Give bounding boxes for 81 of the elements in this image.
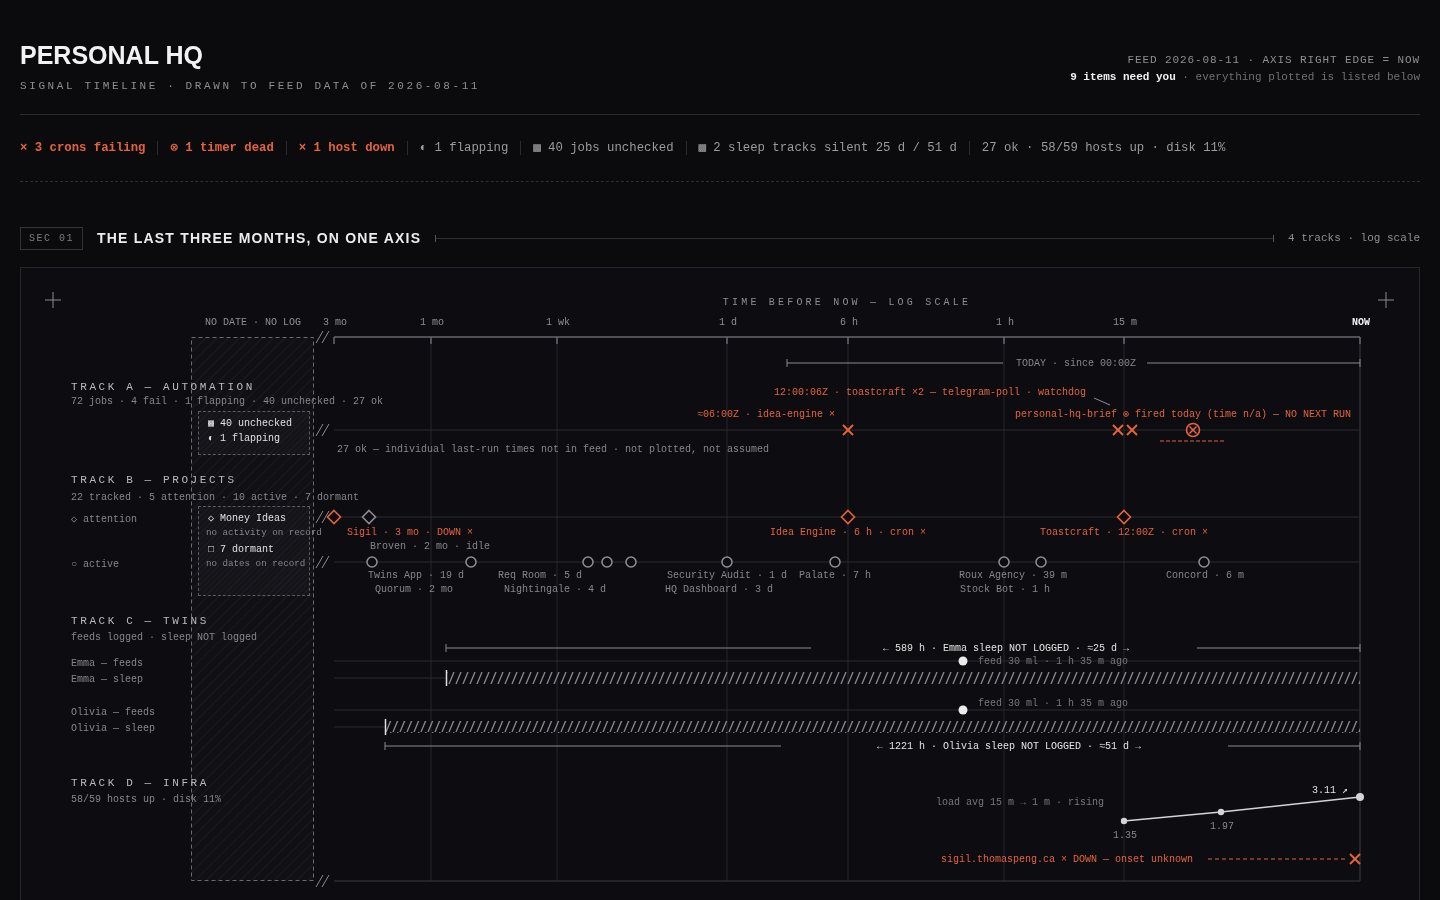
- annotation: Req Room · 5 d: [498, 569, 582, 583]
- undated-item: ◐ 1 flapping: [208, 432, 280, 446]
- point-label: 3.11 ↗: [1311, 784, 1348, 798]
- status-item: 27 ok · 58/59 hosts up · disk 11%: [968, 141, 1238, 155]
- annotation: Quorum · 2 mo: [375, 583, 453, 597]
- feed-line: FEED 2026-08-11 · AXIS RIGHT EDGE = NOW: [1126, 53, 1420, 68]
- undated-item: □ 7 dormant: [208, 543, 274, 557]
- lane-label: ○ active: [71, 558, 119, 572]
- tick-label: 3 mo: [323, 316, 347, 330]
- status-item: ◐ 1 flapping: [406, 141, 521, 155]
- axis-break-icon: [315, 555, 330, 569]
- annotation: load avg 15 m → 1 m · rising: [936, 796, 1105, 810]
- page-title: PERSONAL HQ: [20, 40, 204, 70]
- status-item: ⊗ 1 timer dead: [157, 141, 286, 155]
- undated-note: no dates on record: [206, 557, 306, 570]
- tick-label: 1 wk: [546, 316, 570, 330]
- point-label: 1.35: [1113, 829, 1137, 843]
- tick-label: NOW: [1352, 316, 1370, 330]
- range-label: ← 589 h · Emma sleep NOT LOGGED · ≈25 d →: [883, 642, 1129, 656]
- annotation: 12:00:06Z · toastcraft ×2 — telegram-poll · watchdog: [774, 386, 1087, 400]
- track-title: TRACK A — AUTOMATION: [71, 380, 256, 394]
- annotation: Concord · 6 m: [1166, 569, 1244, 583]
- section-tag: SEC 01: [20, 226, 83, 250]
- annotation: Roux Agency · 39 m: [959, 569, 1068, 583]
- section-title: THE LAST THREE MONTHS, ON ONE AXIS: [97, 230, 422, 246]
- annotation: Twins App · 19 d: [368, 569, 464, 583]
- lane-label: Emma — sleep: [71, 673, 143, 687]
- attention-line: 9 items need you · everything plotted is listed below: [1070, 70, 1420, 85]
- tick-label: 1 mo: [420, 316, 444, 330]
- lane-label: ◇ attention: [71, 513, 138, 527]
- lane-label: Olivia — feeds: [71, 706, 155, 720]
- annotation: Toastcraft · 12:00Z · cron ×: [1040, 526, 1209, 540]
- track-summary: 22 tracked · 5 attention · 10 active · 7 dormant: [71, 491, 360, 505]
- annotation: Palate · 7 h: [799, 569, 871, 583]
- leader-line: [1093, 397, 1111, 406]
- lane-label: Olivia — sleep: [71, 722, 155, 736]
- annotation: 27 ok — individual last-run times not in feed · not plotted, not assumed: [337, 443, 770, 457]
- track-title: TRACK B — PROJECTS: [71, 473, 237, 487]
- annotation: HQ Dashboard · 3 d: [665, 583, 774, 597]
- status-item: ▩ 2 sleep tracks silent 25 d / 51 d: [685, 141, 969, 155]
- axis-break-icon: [315, 423, 330, 437]
- range-label: TODAY · since 00:00Z: [1016, 357, 1136, 371]
- annotation: Nightingale · 4 d: [504, 583, 607, 597]
- track-title: TRACK C — TWINS: [71, 614, 210, 628]
- crosshair-icon: [44, 291, 62, 309]
- status-item: × 3 crons failing: [20, 141, 147, 155]
- annotation: Security Audit · 1 d: [667, 569, 788, 583]
- undated-item: ▩ 40 unchecked: [208, 417, 293, 431]
- lane-label: Emma — feeds: [71, 657, 143, 671]
- annotation: ≈06:00Z · idea-engine ×: [697, 408, 836, 422]
- undated-item: ◇ Money Ideas: [208, 512, 287, 526]
- range-label: ← 1221 h · Olivia sleep NOT LOGGED · ≈51 d →: [877, 740, 1141, 754]
- point-label: 1.97: [1210, 820, 1234, 834]
- annotation: Sigil · 3 mo · DOWN ×: [347, 526, 474, 540]
- status-item: ▩ 40 jobs unchecked: [520, 141, 686, 155]
- axis-break-icon: [315, 510, 330, 524]
- track-summary: feeds logged · sleep NOT logged: [71, 631, 258, 645]
- axis-label: NO DATE · NO LOG: [205, 316, 301, 330]
- tick-label: 6 h: [840, 316, 858, 330]
- annotation: Broven · 2 mo · idle: [370, 540, 491, 554]
- undated-note: no activity on record: [206, 526, 322, 539]
- annotation: Stock Bot · 1 h: [960, 583, 1050, 597]
- annotation: feed 30 ml · 1 h 35 m ago: [978, 697, 1129, 711]
- status-item: × 1 host down: [285, 141, 407, 155]
- page-subtitle: SIGNAL TIMELINE · DRAWN TO FEED DATA OF 2026-08-11: [20, 80, 481, 92]
- annotation: sigil.thomaspeng.ca × DOWN — onset unknown: [941, 853, 1194, 867]
- track-summary: 58/59 hosts up · disk 11%: [71, 793, 222, 807]
- tick-label: 15 m: [1113, 316, 1137, 330]
- section-meta: 4 tracks · log scale: [1287, 232, 1420, 244]
- axis-title: TIME BEFORE NOW — LOG SCALE: [722, 296, 972, 310]
- annotation: feed 30 ml · 1 h 35 m ago: [978, 655, 1129, 669]
- annotation: Idea Engine · 6 h · cron ×: [770, 526, 927, 540]
- axis-break-icon: [315, 874, 330, 888]
- dashed-line: [1159, 440, 1227, 442]
- track-title: TRACK D — INFRA: [71, 776, 210, 790]
- tick-label: 1 d: [719, 316, 737, 330]
- axis-break-icon: [315, 330, 330, 344]
- track-summary: 72 jobs · 4 fail · 1 flapping · 40 unchecked · 27 ok: [71, 395, 384, 409]
- tick-label: 1 h: [996, 316, 1014, 330]
- crosshair-icon: [1377, 291, 1395, 309]
- annotation: personal-hq-brief ⊗ fired today (time n/a) — NO NEXT RUN: [1015, 408, 1352, 422]
